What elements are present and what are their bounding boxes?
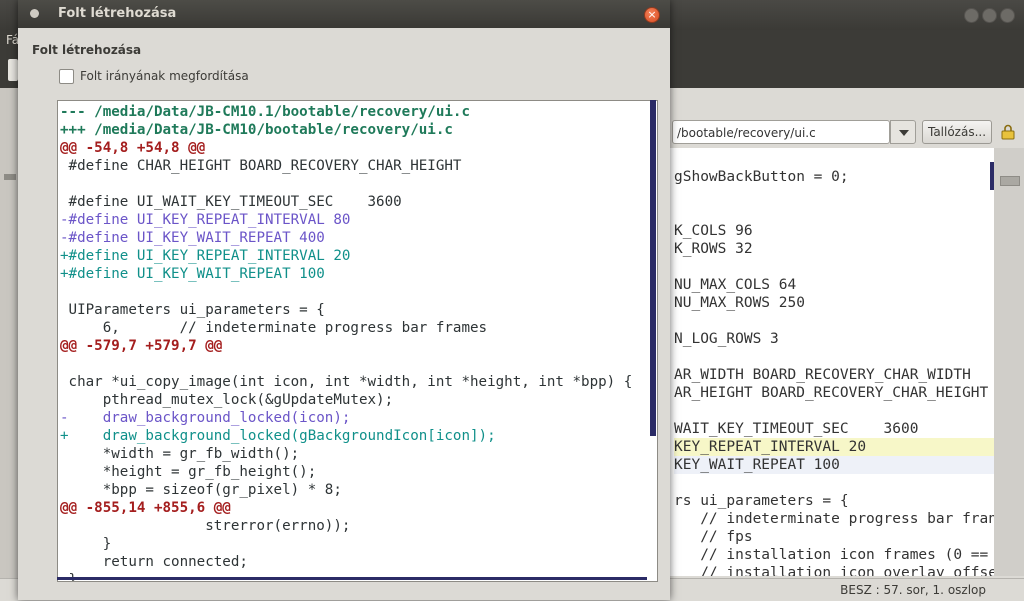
dialog-app-icon bbox=[30, 9, 39, 18]
scrollbar-thumb[interactable] bbox=[1000, 176, 1020, 186]
create-patch-dialog: Folt létrehozása × Folt létrehozása Folt… bbox=[18, 0, 670, 600]
dialog-title: Folt létrehozása bbox=[58, 6, 177, 21]
diff-line-hunk: @@ -579,7 +579,7 @@ bbox=[60, 338, 223, 354]
side-panel bbox=[0, 88, 18, 578]
bg-maximize-icon[interactable] bbox=[1000, 8, 1015, 23]
editor-line: AR_WIDTH BOARD_RECOVERY_CHAR_WIDTH bbox=[674, 367, 971, 383]
editor-line: KEY_WAIT_REPEAT 100 bbox=[674, 456, 994, 474]
editor-line: // installation icon frames (0 == bbox=[674, 547, 989, 563]
panel-handle[interactable] bbox=[4, 174, 16, 180]
bg-close-icon[interactable] bbox=[964, 8, 979, 23]
diff-line-ctx: } bbox=[60, 536, 112, 552]
diff-line-ctx: return connected; bbox=[60, 554, 248, 570]
editor-scrollbar[interactable] bbox=[994, 148, 1024, 576]
dialog-titlebar: Folt létrehozása × bbox=[18, 0, 670, 28]
diff-scrollbar[interactable] bbox=[650, 100, 656, 436]
diff-line-ctx: *width = gr_fb_width(); bbox=[60, 446, 300, 462]
close-button[interactable]: × bbox=[644, 7, 660, 23]
close-icon: × bbox=[647, 8, 657, 21]
lock-icon[interactable] bbox=[1000, 124, 1016, 140]
diff-line-del: - draw_background_locked(icon); bbox=[60, 410, 351, 426]
diff-line-add: + draw_background_locked(gBackgroundIcon… bbox=[60, 428, 496, 444]
diff-line-ctx: char *ui_copy_image(int icon, int *width… bbox=[60, 374, 633, 390]
reverse-patch-checkbox[interactable] bbox=[59, 69, 74, 84]
diff-line-file: +++ /media/Data/JB-CM10/bootable/recover… bbox=[60, 122, 453, 138]
background-editor[interactable]: gShowBackButton = 0; K_COLS 96 K_ROWS 32 NU… bbox=[670, 148, 994, 576]
editor-line: // indeterminate progress bar fran bbox=[674, 511, 994, 527]
diff-line-file: --- /media/Data/JB-CM10.1/bootable/recov… bbox=[60, 104, 470, 120]
diff-line-ctx: UIParameters ui_parameters = { bbox=[60, 302, 325, 318]
diff-horizontal-scrollbar[interactable] bbox=[57, 577, 647, 580]
diff-line-hunk: @@ -54,8 +54,8 @@ bbox=[60, 140, 206, 156]
editor-line: rs ui_parameters = { bbox=[674, 493, 849, 509]
diff-line-add: +#define UI_KEY_WAIT_REPEAT 100 bbox=[60, 266, 325, 282]
editor-line: // fps bbox=[674, 529, 753, 545]
diff-line-del: -#define UI_KEY_REPEAT_INTERVAL 80 bbox=[60, 212, 351, 228]
bg-minimize-icon[interactable] bbox=[982, 8, 997, 23]
editor-line: K_ROWS 32 bbox=[674, 241, 753, 257]
diff-line-ctx: *height = gr_fb_height(); bbox=[60, 464, 317, 480]
dialog-heading: Folt létrehozása bbox=[32, 43, 142, 57]
diff-line-del: -#define UI_KEY_WAIT_REPEAT 400 bbox=[60, 230, 325, 246]
diff-line-ctx: strerror(errno)); bbox=[60, 518, 351, 534]
patch-diff-view[interactable]: --- /media/Data/JB-CM10.1/bootable/recov… bbox=[57, 100, 658, 582]
editor-line: // installation icon overlay offse bbox=[674, 565, 994, 576]
diff-line-hunk: @@ -855,14 +855,6 @@ bbox=[60, 500, 231, 516]
diff-line-ctx bbox=[60, 355, 632, 373]
diff-line-add: +#define UI_KEY_REPEAT_INTERVAL 20 bbox=[60, 248, 351, 264]
diff-line-ctx: 6, // indeterminate progress bar frames bbox=[60, 320, 488, 336]
diff-line-ctx bbox=[60, 283, 632, 301]
diff-line-ctx bbox=[60, 175, 632, 193]
diff-line-ctx: #define CHAR_HEIGHT BOARD_RECOVERY_CHAR_… bbox=[60, 158, 462, 174]
diff-line-ctx: *bpp = sizeof(gr_pixel) * 8; bbox=[60, 482, 342, 498]
status-position: BESZ : 57. sor, 1. oszlop bbox=[840, 583, 986, 597]
path-entry[interactable]: /bootable/recovery/ui.c bbox=[672, 120, 890, 144]
toolbar-button[interactable] bbox=[8, 59, 18, 81]
editor-line: NU_MAX_ROWS 250 bbox=[674, 295, 805, 311]
editor-line: AR_HEIGHT BOARD_RECOVERY_CHAR_HEIGHT bbox=[674, 385, 989, 401]
path-dropdown-button[interactable] bbox=[890, 120, 916, 144]
editor-line: gShowBackButton = 0; bbox=[674, 169, 849, 185]
reverse-patch-label[interactable]: Folt irányának megfordítása bbox=[80, 69, 249, 83]
diff-line-ctx: pthread_mutex_lock(&gUpdateMutex); bbox=[60, 392, 394, 408]
editor-line: NU_MAX_COLS 64 bbox=[674, 277, 797, 293]
diff-line-ctx: #define UI_WAIT_KEY_TIMEOUT_SEC 3600 bbox=[60, 194, 402, 210]
editor-line: K_COLS 96 bbox=[674, 223, 753, 239]
editor-line: KEY_REPEAT_INTERVAL 20 bbox=[674, 438, 994, 456]
browse-button[interactable]: Tallózás... bbox=[922, 120, 992, 144]
diff-lines: --- /media/Data/JB-CM10.1/bootable/recov… bbox=[60, 103, 633, 581]
editor-text: gShowBackButton = 0; K_COLS 96 K_ROWS 32 NU… bbox=[670, 148, 994, 576]
editor-line: WAIT_KEY_TIMEOUT_SEC 3600 bbox=[674, 421, 919, 437]
editor-line: N_LOG_ROWS 3 bbox=[674, 331, 779, 347]
